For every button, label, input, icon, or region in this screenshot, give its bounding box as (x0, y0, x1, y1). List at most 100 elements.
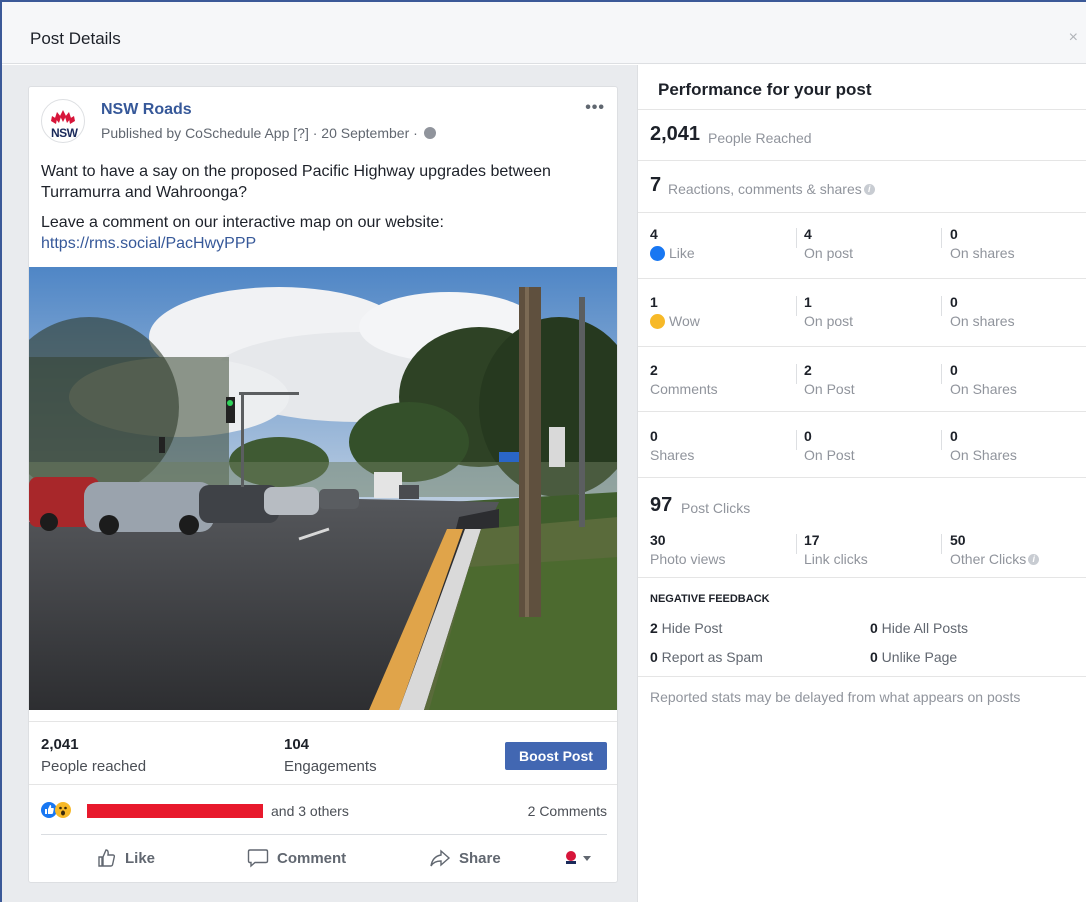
dialog-header: Post Details × (2, 2, 1086, 64)
share-button-label: Share (459, 849, 501, 867)
stats-delay-note: Reported stats may be delayed from what … (650, 689, 1021, 705)
avatar-label: NSW (51, 126, 78, 140)
comment-button-label: Comment (277, 849, 347, 867)
share-arrow-icon (430, 849, 451, 867)
info-icon[interactable]: i (863, 184, 875, 195)
wow-reaction-icon (55, 802, 71, 818)
post-clicks-caption: Post Clicks (681, 500, 751, 516)
publisher-help: [?] · (289, 125, 322, 141)
reactions-summary[interactable]: and 3 others 2 Comments (41, 800, 607, 822)
negative-unlike-page: 0 Unlike Page (870, 649, 958, 665)
divider (638, 109, 1086, 110)
divider (638, 278, 1086, 279)
chevron-down-icon (583, 856, 591, 861)
divider (638, 411, 1086, 412)
like-reaction-icon (650, 246, 665, 261)
wow-on-post-label: On post (804, 313, 854, 329)
boost-post-button[interactable]: Boost Post (505, 742, 607, 770)
wow-on-post-count: 1 (804, 294, 812, 310)
share-button[interactable]: Share (429, 845, 501, 871)
post-clicks-count: 97 (650, 494, 673, 516)
post-date[interactable]: 20 September · (321, 125, 421, 141)
divider (638, 676, 1086, 677)
performance-panel: Performance for your post 2,041 People R… (638, 65, 1086, 902)
post-meta: Published by CoSchedule App [?] · 20 Sep… (101, 125, 436, 141)
comments-count-link[interactable]: 2 Comments (528, 803, 607, 819)
divider (638, 346, 1086, 347)
people-reached-caption: People Reached (708, 130, 812, 146)
post-preview-pane: NSW NSW Roads Published by CoSchedule Ap… (2, 65, 637, 902)
people-reached-label: People reached (41, 758, 147, 775)
wow-count: 1 (650, 294, 658, 310)
shares-count: 0 (650, 428, 658, 444)
like-on-post-label: On post (804, 245, 854, 261)
negative-report-spam: 0 Report as Spam (650, 649, 763, 665)
street-photo-image (29, 267, 617, 710)
post-message-prefix: Leave a comment on our interactive map o… (41, 214, 444, 231)
divider (638, 160, 1086, 161)
post-photo[interactable] (29, 267, 617, 710)
other-clicks-count: 50 (950, 532, 966, 548)
page-name-link[interactable]: NSW Roads (101, 101, 192, 119)
negative-hide-all-posts: 0 Hide All Posts (870, 620, 969, 636)
info-icon[interactable]: i (1028, 554, 1040, 565)
post-message: Want to have a say on the proposed Pacif… (41, 161, 607, 263)
reactions-total-caption: Reactions, comments & shares i (668, 181, 875, 197)
comment-bubble-icon (247, 849, 269, 868)
comments-on-post-label: On Post (804, 381, 855, 397)
reactions-total-count: 7 (650, 174, 662, 196)
post-as-selector[interactable] (563, 845, 601, 871)
like-button[interactable]: Like (97, 845, 155, 871)
shares-on-shares-label: On Shares (950, 447, 1017, 463)
page-avatar[interactable]: NSW (41, 99, 85, 143)
shares-on-post-label: On Post (804, 447, 855, 463)
post-action-bar: Like Comment Share (41, 834, 607, 878)
negative-hide-post: 2 Hide Post (650, 620, 723, 636)
published-prefix: Published by (101, 125, 186, 141)
comments-on-post-count: 2 (804, 362, 812, 378)
shares-label: Shares (650, 447, 695, 463)
more-options-icon[interactable]: ••• (585, 99, 605, 117)
people-reached-value: 2,041 (41, 736, 79, 753)
people-reached-count: 2,041 (650, 123, 701, 145)
post-message-line-2: Leave a comment on our interactive map o… (41, 212, 607, 254)
divider (638, 577, 1086, 578)
divider (638, 212, 1086, 213)
comment-button[interactable]: Comment (247, 845, 346, 871)
waratah-logo-icon (566, 851, 591, 864)
like-button-label: Like (125, 849, 156, 867)
like-label: Like (650, 245, 695, 261)
link-clicks-label: Link clicks (804, 551, 868, 567)
thumbs-up-icon (98, 849, 116, 867)
shares-on-shares-count: 0 (950, 428, 958, 444)
photo-views-label: Photo views (650, 551, 726, 567)
comments-count: 2 (650, 362, 658, 378)
performance-title: Performance for your post (658, 80, 872, 99)
publisher-app-link[interactable]: CoSchedule App (185, 125, 289, 141)
globe-icon (423, 127, 436, 139)
engagements-value: 104 (284, 736, 310, 753)
shares-on-post-count: 0 (804, 428, 812, 444)
dialog-title: Post Details (30, 29, 121, 48)
post-stats-row: 2,041 People reached 104 Engagements Boo… (29, 721, 617, 785)
link-clicks-count: 17 (804, 532, 820, 548)
close-icon[interactable]: × (1069, 30, 1078, 46)
like-count: 4 (650, 226, 658, 242)
photo-views-count: 30 (650, 532, 666, 548)
like-on-post-count: 4 (804, 226, 812, 242)
comments-label: Comments (650, 381, 718, 397)
comments-on-shares-count: 0 (950, 362, 958, 378)
negative-feedback-heading: NEGATIVE FEEDBACK (650, 593, 770, 605)
wow-reaction-icon (650, 314, 665, 329)
wow-label: Wow (650, 313, 700, 329)
reactions-others-text: and 3 others (271, 803, 349, 819)
post-link[interactable]: https://rms.social/PacHwyPPP (41, 235, 256, 252)
waratah-logo-icon (51, 110, 75, 124)
engagements-label: Engagements (284, 758, 377, 775)
like-on-shares-count: 0 (950, 226, 958, 242)
wow-on-shares-count: 0 (950, 294, 958, 310)
like-on-shares-label: On shares (950, 245, 1015, 261)
wow-on-shares-label: On shares (950, 313, 1015, 329)
post-message-line-1: Want to have a say on the proposed Pacif… (41, 163, 551, 201)
divider (638, 477, 1086, 478)
